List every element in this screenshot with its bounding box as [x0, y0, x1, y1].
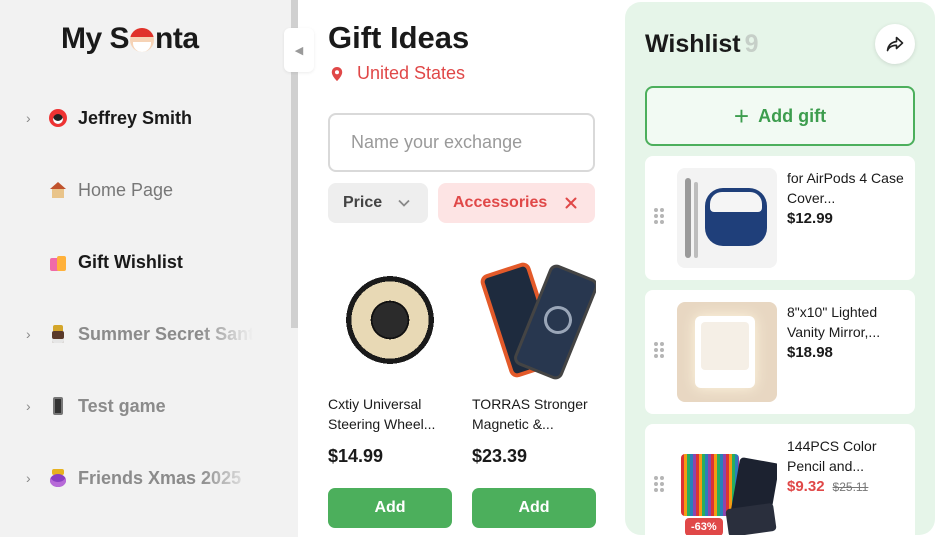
- accessories-filter-label: Accessories: [453, 194, 548, 211]
- product-image-phone-case[interactable]: [472, 258, 596, 382]
- santa-icon: [48, 324, 68, 344]
- product-card[interactable]: Cxtiy Universal Steering Wheel... $14.99…: [328, 258, 452, 528]
- wishlist-count: 9: [744, 30, 759, 58]
- sidebar-item-label: Friends Xmas 2025: [78, 467, 242, 488]
- drag-handle-icon[interactable]: [654, 208, 664, 224]
- wishlist-title-text: Wishlist: [645, 30, 741, 58]
- add-product-button[interactable]: Add: [328, 488, 452, 528]
- original-price: $25.11: [832, 480, 869, 494]
- product-image-steering-wheel-cover[interactable]: [328, 258, 452, 382]
- drag-handle-icon[interactable]: [654, 476, 664, 492]
- wishlist-item-price: $12.99: [787, 210, 833, 227]
- price-filter[interactable]: Price: [328, 183, 428, 223]
- wishlist-item-name: 144PCS Color Pencil and...: [787, 438, 877, 474]
- app-logo[interactable]: My S nta: [61, 22, 199, 56]
- chevron-right-icon[interactable]: ›: [26, 110, 38, 126]
- shopping-bags-icon: [48, 252, 68, 272]
- phone-icon: [48, 396, 68, 416]
- wishlist-item-info: 144PCS Color Pencil and... $9.32 $25.11: [787, 436, 905, 495]
- price-filter-label: Price: [343, 194, 383, 211]
- wishlist-item-image[interactable]: [677, 168, 777, 268]
- location-selector[interactable]: United States: [328, 63, 465, 84]
- share-icon: [886, 36, 904, 52]
- add-gift-label: Add gift: [758, 105, 827, 126]
- page-title: Gift Ideas: [328, 20, 470, 55]
- house-icon: [48, 180, 68, 200]
- location-pin-icon: [331, 66, 343, 81]
- logo-text-suffix: nta: [155, 22, 199, 55]
- wishlist-item[interactable]: -63% 144PCS Color Pencil and... $9.32 $25…: [645, 424, 915, 535]
- location-label: United States: [357, 63, 466, 83]
- search-box: [328, 113, 595, 172]
- search-input[interactable]: [351, 132, 583, 153]
- wishlist-panel: Wishlist 9 + Add gift for AirPods 4 Case …: [625, 2, 935, 535]
- sidebar-item-summer-secret-santa[interactable]: › Summer Secret Santa: [0, 314, 290, 354]
- wishlist-item-price: $9.32 $25.11: [787, 478, 905, 495]
- plus-icon: +: [733, 101, 750, 131]
- sidebar: My S nta › Jeffrey Smith Home Page Gift …: [0, 0, 298, 537]
- accessories-filter-chip[interactable]: Accessories: [438, 183, 595, 223]
- drag-handle-icon[interactable]: [654, 342, 664, 358]
- share-button[interactable]: [875, 24, 915, 64]
- product-price: $23.39: [472, 446, 528, 466]
- wishlist-item-info: for AirPods 4 Case Cover... $12.99: [787, 168, 905, 227]
- triangle-left-icon: ◀: [294, 44, 304, 57]
- sidebar-item-profile[interactable]: › Jeffrey Smith: [0, 98, 290, 138]
- discount-badge: -63%: [685, 518, 723, 535]
- chevron-down-icon: [398, 199, 410, 207]
- sidebar-item-gift-wishlist[interactable]: Gift Wishlist: [0, 242, 290, 282]
- product-name: TORRAS Stronger Magnetic &...: [472, 396, 588, 432]
- sidebar-item-label: Summer Secret Santa: [78, 323, 253, 344]
- product-name: Cxtiy Universal Steering Wheel...: [328, 396, 436, 432]
- chevron-right-icon[interactable]: ›: [26, 470, 38, 486]
- wishlist-item[interactable]: for AirPods 4 Case Cover... $12.99: [645, 156, 915, 280]
- penguin-icon: [48, 108, 68, 128]
- chevron-right-icon[interactable]: ›: [26, 398, 38, 414]
- close-icon[interactable]: [565, 197, 577, 209]
- sidebar-item-label: Test game: [78, 395, 166, 416]
- gift-ideas-panel: Gift Ideas United States Price Accessori…: [298, 0, 625, 537]
- sidebar-item-label: Gift Wishlist: [78, 251, 183, 272]
- sale-price: $9.32: [787, 478, 825, 495]
- wishlist-item-name: 8"x10" Lighted Vanity Mirror,...: [787, 304, 881, 340]
- logo-text-prefix: My S: [61, 22, 130, 55]
- product-card[interactable]: TORRAS Stronger Magnetic &... $23.39 Add: [472, 258, 596, 528]
- product-price: $14.99: [328, 446, 384, 466]
- add-gift-button[interactable]: + Add gift: [645, 86, 915, 146]
- wishlist-title: Wishlist 9: [645, 30, 759, 59]
- sidebar-item-test-game[interactable]: › Test game: [0, 386, 290, 426]
- wishlist-item-name: for AirPods 4 Case Cover...: [787, 170, 904, 206]
- santa-face-icon: [130, 28, 155, 52]
- wishlist-item-info: 8"x10" Lighted Vanity Mirror,... $18.98: [787, 302, 905, 361]
- sidebar-item-home[interactable]: Home Page: [0, 170, 290, 210]
- collapse-sidebar-button[interactable]: ◀: [284, 28, 314, 72]
- chevron-right-icon[interactable]: ›: [26, 326, 38, 342]
- wishlist-item[interactable]: 8"x10" Lighted Vanity Mirror,... $18.98: [645, 290, 915, 414]
- wishlist-item-image[interactable]: [677, 302, 777, 402]
- wishlist-item-image[interactable]: -63%: [677, 436, 777, 535]
- sidebar-item-label: Jeffrey Smith: [78, 107, 193, 128]
- app-root: My S nta › Jeffrey Smith Home Page Gift …: [0, 0, 948, 537]
- sidebar-item-label: Home Page: [78, 179, 174, 200]
- mage-icon: [48, 468, 68, 488]
- sidebar-item-friends-xmas[interactable]: › Friends Xmas 2025: [0, 458, 290, 498]
- wishlist-item-price: $18.98: [787, 344, 833, 361]
- add-product-button[interactable]: Add: [472, 488, 596, 528]
